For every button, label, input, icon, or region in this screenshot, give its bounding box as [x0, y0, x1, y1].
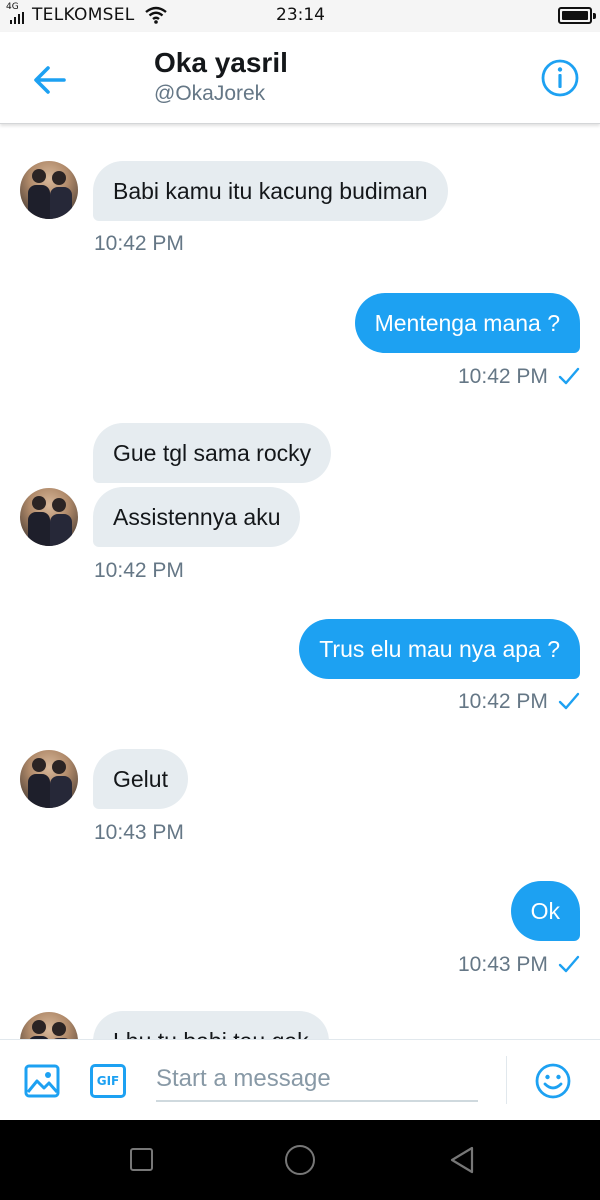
message-input[interactable] — [156, 1058, 478, 1102]
contact-handle[interactable]: @OkaJorek — [154, 82, 265, 106]
avatar[interactable] — [20, 1012, 78, 1039]
info-icon[interactable] — [540, 58, 580, 98]
message-timestamp: 10:43 PM — [458, 953, 548, 976]
composer-divider — [506, 1056, 507, 1104]
incoming-message[interactable]: Gue tgl sama rocky — [93, 423, 332, 483]
message-timestamp: 10:42 PM — [94, 232, 184, 255]
carrier-name: TELKOMSEL — [32, 5, 135, 25]
avatar[interactable] — [20, 161, 78, 219]
conversation-header: Oka yasril @OkaJorek — [0, 32, 600, 124]
incoming-message[interactable]: Assistennya aku — [93, 487, 301, 547]
back-icon[interactable] — [448, 1145, 476, 1175]
system-nav-bar — [0, 1120, 600, 1200]
gif-icon[interactable]: GIF — [90, 1064, 126, 1098]
message-timestamp: 10:42 PM — [94, 559, 184, 582]
read-check-icon — [558, 692, 580, 710]
avatar[interactable] — [20, 488, 78, 546]
home-icon[interactable] — [285, 1145, 315, 1175]
message-timestamp: 10:42 PM — [458, 365, 548, 388]
battery-icon — [558, 7, 596, 24]
back-arrow-icon[interactable] — [28, 60, 72, 100]
read-check-icon — [558, 955, 580, 973]
incoming-message[interactable]: Lhu tu babi tau gak — [93, 1011, 329, 1039]
recent-apps-icon[interactable] — [130, 1148, 153, 1171]
clock: 23:14 — [276, 5, 325, 25]
outgoing-message[interactable]: Ok — [510, 881, 580, 941]
wifi-icon — [145, 6, 167, 24]
read-check-icon — [558, 367, 580, 385]
image-icon[interactable] — [24, 1064, 60, 1098]
outgoing-message[interactable]: Mentenga mana ? — [354, 293, 580, 353]
message-timestamp: 10:43 PM — [94, 821, 184, 844]
outgoing-message[interactable]: Trus elu mau nya apa ? — [299, 619, 580, 679]
incoming-message[interactable]: Gelut — [93, 749, 188, 809]
message-timestamp: 10:42 PM — [458, 690, 548, 713]
network-type: 4G — [6, 2, 19, 12]
message-composer: GIF — [0, 1039, 600, 1120]
contact-name[interactable]: Oka yasril — [154, 47, 288, 79]
message-thread[interactable]: Babi kamu itu kacung budiman 10:42 PM Me… — [0, 125, 600, 1039]
avatar[interactable] — [20, 750, 78, 808]
signal-icon — [10, 12, 24, 24]
emoji-icon[interactable] — [534, 1062, 572, 1100]
status-bar: 4G TELKOMSEL 23:14 — [0, 0, 600, 32]
incoming-message[interactable]: Babi kamu itu kacung budiman — [93, 161, 448, 221]
